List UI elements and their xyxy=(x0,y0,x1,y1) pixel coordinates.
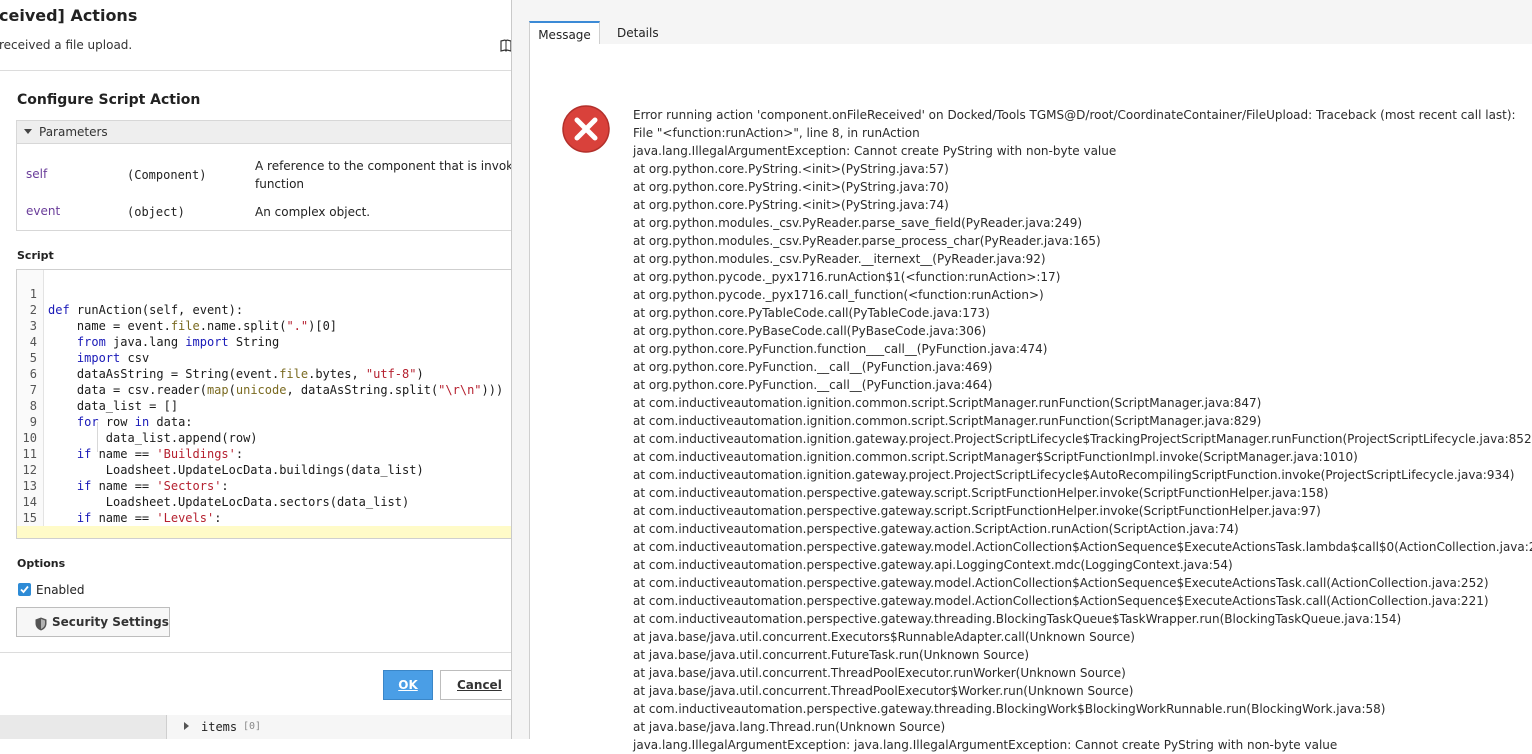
dialog-title: ceived] Actions xyxy=(0,6,138,25)
error-line: at com.inductiveautomation.perspective.g… xyxy=(633,558,1233,572)
ok-button[interactable]: OK xyxy=(383,670,433,700)
error-line: at com.inductiveautomation.ignition.comm… xyxy=(633,414,1262,428)
dialog-subtitle: received a file upload. xyxy=(0,38,133,52)
error-message: Error running action 'component.onFileRe… xyxy=(633,106,1532,754)
error-line: at com.inductiveautomation.ignition.comm… xyxy=(633,450,1358,464)
code-line[interactable]: 12 if name == 'Sectors': xyxy=(17,446,511,493)
script-label: Script xyxy=(17,249,54,262)
error-x-icon xyxy=(562,105,610,153)
error-line: at java.base/java.util.concurrent.Thread… xyxy=(633,666,1126,680)
code-line[interactable]: 13 Loadsheet.UpdateLocData.sectors(data_… xyxy=(17,462,511,509)
error-line: java.lang.IllegalArgumentException: Cann… xyxy=(633,144,1117,158)
parameters-label: Parameters xyxy=(39,125,108,139)
options-label: Options xyxy=(17,557,66,570)
tree-item-count: [0] xyxy=(243,721,262,732)
code-line[interactable]: 14 if name == 'Levels': xyxy=(17,478,511,525)
code-line[interactable]: 10 if name == 'Buildings': xyxy=(17,414,511,461)
error-line: at com.inductiveautomation.ignition.gate… xyxy=(633,432,1532,446)
cancel-button[interactable]: Cancel xyxy=(440,670,511,700)
code-line[interactable]: 8 for row in data: xyxy=(17,382,511,429)
tab-bar: Message Details xyxy=(529,21,1532,45)
tree-item-items[interactable]: items xyxy=(201,720,237,734)
error-line: at com.inductiveautomation.perspective.g… xyxy=(633,612,1402,626)
security-settings-label: Security Settings xyxy=(52,615,169,629)
error-line: at com.inductiveautomation.ignition.gate… xyxy=(633,468,1515,482)
error-line: at java.base/java.util.concurrent.Execut… xyxy=(633,630,1135,644)
error-line: at com.inductiveautomation.perspective.g… xyxy=(633,522,1239,536)
section-title: Configure Script Action xyxy=(17,92,201,108)
error-line: at org.python.modules._csv.PyReader.__it… xyxy=(633,252,1046,266)
shield-icon xyxy=(35,616,47,635)
error-line: at java.base/java.lang.Thread.run(Unknow… xyxy=(633,720,946,734)
code-line[interactable]: 5 dataAsString = String(event.file.bytes… xyxy=(17,334,511,381)
error-line: at org.python.core.PyFunction.__call__(P… xyxy=(633,360,993,374)
error-line: at com.inductiveautomation.perspective.g… xyxy=(633,540,1532,554)
script-editor[interactable]: 1 def runAction(self, event): 2 name = e… xyxy=(16,269,511,539)
tab-details[interactable]: Details xyxy=(611,21,665,45)
error-line: at org.python.core.PyString.<init>(PyStr… xyxy=(633,198,949,212)
expand-chevron-icon[interactable] xyxy=(184,722,189,730)
error-line: at com.inductiveautomation.perspective.g… xyxy=(633,576,1489,590)
code-line-current[interactable]: 17 Loadsheet.Input.createTags(data_list) xyxy=(17,526,511,538)
error-line: at org.python.pycode._pyx1716.call_funct… xyxy=(633,288,1044,302)
error-line: at com.inductiveautomation.perspective.g… xyxy=(633,486,1329,500)
security-settings-button[interactable]: Security Settings xyxy=(16,607,170,637)
code-line[interactable]: 2 name = event.file.name.split(".")[0] xyxy=(17,286,511,333)
error-line: at com.inductiveautomation.ignition.comm… xyxy=(633,396,1262,410)
divider xyxy=(0,652,511,653)
error-line: at java.base/java.util.concurrent.Future… xyxy=(633,648,1030,662)
error-line: at com.inductiveautomation.perspective.g… xyxy=(633,504,1321,518)
error-line: at java.base/java.util.concurrent.Thread… xyxy=(633,684,1134,698)
parameters-table: self (Component) A reference to the comp… xyxy=(16,144,511,231)
error-line: at org.python.core.PyString.<init>(PyStr… xyxy=(633,180,949,194)
error-line: at org.python.modules._csv.PyReader.pars… xyxy=(633,216,1083,230)
code-line[interactable]: 11 Loadsheet.UpdateLocData.buildings(dat… xyxy=(17,430,511,477)
error-line: at org.python.pycode._pyx1716.runAction$… xyxy=(633,270,1061,284)
code-line[interactable]: 3 from java.lang import String xyxy=(17,302,511,349)
param-type: (object) xyxy=(127,205,185,219)
code-line[interactable]: 9 data_list.append(row) xyxy=(17,398,511,445)
param-desc: A reference to the component that is inv… xyxy=(255,159,511,173)
error-line: at org.python.core.PyBaseCode.call(PyBas… xyxy=(633,324,987,338)
error-line: Error running action 'component.onFileRe… xyxy=(633,108,1516,122)
code-line[interactable]: 16 if name == 'Inputs': xyxy=(17,510,511,538)
param-name: event xyxy=(26,204,61,218)
configure-actions-dialog: ceived] Actions received a file upload. … xyxy=(0,0,511,739)
enabled-label: Enabled xyxy=(36,583,85,597)
collapse-triangle-icon[interactable] xyxy=(24,129,32,134)
enabled-checkbox[interactable] xyxy=(18,583,31,596)
param-desc-cont: function xyxy=(255,177,305,191)
divider xyxy=(0,70,511,71)
error-line: at org.python.modules._csv.PyReader.pars… xyxy=(633,234,1101,248)
param-desc: An complex object. xyxy=(255,205,371,219)
error-line: at org.python.core.PyFunction.function__… xyxy=(633,342,1048,356)
error-line: at com.inductiveautomation.perspective.g… xyxy=(633,702,1386,716)
error-line: at org.python.core.PyFunction.__call__(P… xyxy=(633,378,993,392)
param-name: self xyxy=(26,167,48,181)
message-panel: Error running action 'component.onFileRe… xyxy=(529,44,1532,752)
code-line[interactable]: 1 def runAction(self, event): xyxy=(17,270,511,317)
code-line[interactable]: 15 Loadsheet.UpdateLocData.levels(data_l… xyxy=(17,494,511,538)
error-dialog: Message Details Error running action 'co… xyxy=(511,0,1532,752)
code-line[interactable]: 4 import csv xyxy=(17,318,511,365)
param-type: (Component) xyxy=(127,168,207,182)
error-line: at org.python.core.PyTableCode.call(PyTa… xyxy=(633,306,990,320)
error-line: File "<function:runAction>", line 8, in … xyxy=(633,126,920,140)
tab-message[interactable]: Message xyxy=(529,21,600,45)
code-line[interactable]: 7 data_list = [] xyxy=(17,366,511,413)
parameters-header[interactable]: Parameters xyxy=(16,120,511,144)
error-line: at org.python.core.PyString.<init>(PyStr… xyxy=(633,162,949,176)
book-icon[interactable] xyxy=(500,38,511,52)
code-line[interactable]: 6 data = csv.reader(map(unicode, dataAsS… xyxy=(17,350,511,397)
error-line: at com.inductiveautomation.perspective.g… xyxy=(633,594,1489,608)
